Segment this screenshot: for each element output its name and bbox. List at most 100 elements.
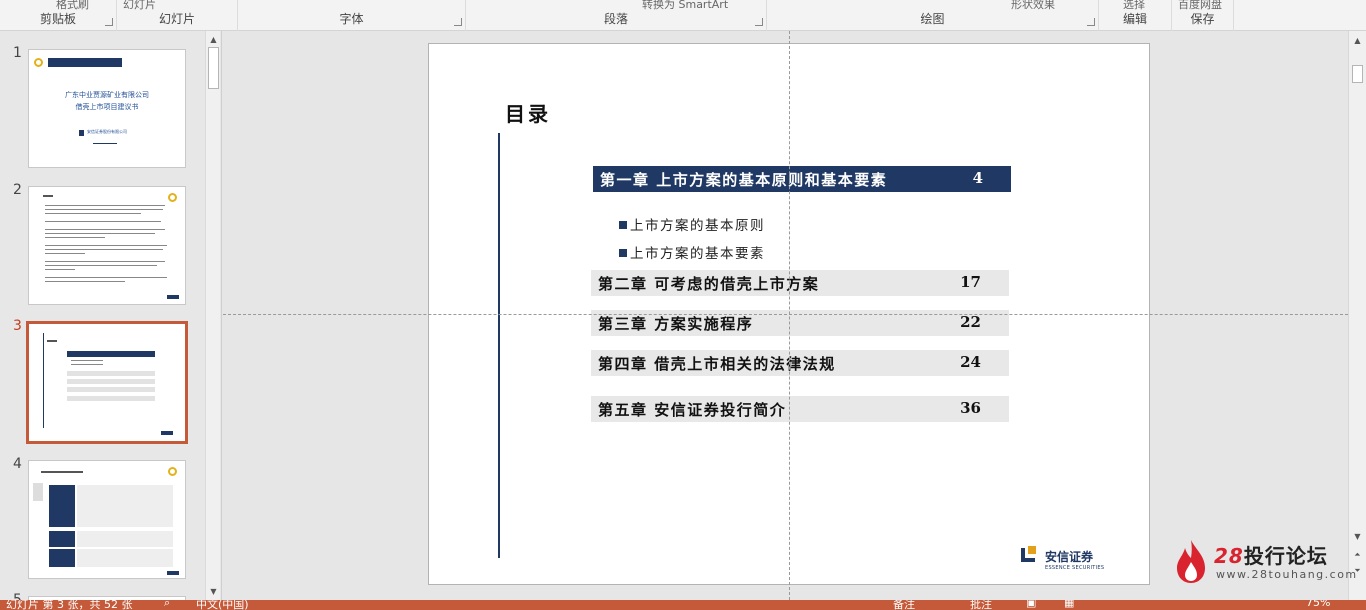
ribbon-group-slides[interactable]: 幻灯片 幻灯片 (117, 0, 238, 31)
scroll-up-icon[interactable]: ▲ (1352, 35, 1363, 46)
thumb-chapter-bar (67, 371, 155, 376)
previous-slide-icon[interactable]: ⏶ (1352, 549, 1363, 560)
thumb-text-line (45, 277, 167, 278)
thumb-panel (77, 531, 173, 547)
chapter-page: 17 (960, 273, 981, 291)
slide-thumbnail-4[interactable] (28, 460, 186, 579)
slide-thumbnail-2[interactable] (28, 186, 186, 305)
thumb-title (43, 195, 53, 197)
logo-square-icon (1028, 546, 1036, 554)
chapter-row-4[interactable]: 第四章 借壳上市相关的法律法规 24 (591, 350, 1009, 376)
thumb-text-line (45, 209, 163, 210)
thumbnail-number: 4 (13, 456, 22, 472)
chapter-row-2[interactable]: 第二章 可考虑的借壳上市方案 17 (591, 270, 1009, 296)
bullet-square-icon (619, 249, 627, 257)
ribbon-group-editing[interactable]: 选择 编辑 (1099, 0, 1172, 31)
chapter-title: 第五章 安信证券投行简介 (598, 401, 787, 419)
thumb-text-line (45, 237, 105, 238)
thumbnail-number: 1 (13, 45, 22, 61)
thumb-text-line (71, 364, 103, 365)
thumb-brand-mark (167, 295, 179, 299)
dialog-launcher-icon[interactable] (755, 18, 763, 26)
thumb-vline (43, 333, 44, 428)
slide-thumbnail-3[interactable] (26, 321, 188, 444)
thumbnail-number: 5 (13, 592, 22, 600)
scroll-up-icon[interactable]: ▲ (208, 34, 219, 45)
chapter-title: 第三章 方案实施程序 (598, 315, 754, 333)
notes-button[interactable]: 备注 (893, 600, 915, 610)
thumb-chapter-bar (67, 351, 155, 357)
ribbon-group-clipboard[interactable]: 格式刷 剪贴板 (0, 0, 117, 31)
thumbnails-scrollbar[interactable]: ▲ ▼ (205, 31, 220, 600)
comments-button[interactable]: 批注 (970, 600, 992, 610)
flame-icon (1177, 540, 1205, 583)
scroll-thumb[interactable] (208, 47, 219, 89)
thumb-text-line (45, 213, 141, 214)
watermark-url: www.28touhang.com (1216, 568, 1358, 581)
watermark-number: 28 (1214, 544, 1244, 568)
normal-view-icon[interactable]: ▣ (1026, 600, 1036, 609)
scroll-down-icon[interactable]: ▼ (208, 586, 219, 597)
thumb-text-line (45, 205, 165, 206)
watermark: 28投行论坛 www.28touhang.com (1170, 536, 1356, 586)
chapter-subitem[interactable]: 上市方案的基本原则 (619, 214, 765, 234)
scroll-thumb[interactable] (1352, 65, 1363, 83)
vertical-guide[interactable] (789, 31, 790, 600)
chapter-page: 22 (960, 313, 981, 331)
proofing-icon[interactable]: ⌕ (164, 600, 170, 610)
group-label: 字体 (339, 12, 364, 26)
dialog-launcher-icon[interactable] (454, 18, 462, 26)
thumb-text-line (71, 360, 103, 361)
slide-vertical-rule (498, 133, 500, 558)
ribbon-group-drawing[interactable]: 形状效果 绘图 (767, 0, 1099, 31)
slide-count: 幻灯片 第 3 张，共 52 张 (6, 600, 133, 610)
ribbon-group-font[interactable]: 字体 (238, 0, 466, 31)
group-label: 剪贴板 (39, 12, 76, 26)
thumbnail-number: 2 (13, 182, 22, 198)
logo-subtext: ESSENCE SECURITIES (1045, 565, 1105, 571)
thumb-text-line (45, 221, 161, 222)
thumb-title (41, 471, 83, 473)
group-label: 段落 (603, 12, 628, 26)
logo-icon (34, 58, 43, 67)
thumb-subtitle: 借壳上市项目建议书 (75, 103, 139, 111)
thumb-brand-mark (161, 431, 173, 435)
logo-text: 安信证券 (1045, 550, 1094, 564)
bullet-square-icon (619, 221, 627, 229)
horizontal-guide[interactable] (223, 314, 1348, 315)
scroll-down-icon[interactable]: ▼ (1352, 531, 1363, 542)
thumb-box (49, 531, 75, 547)
chapter-row-1[interactable]: 第一章 上市方案的基本原则和基本要素 4 (593, 166, 1011, 192)
thumb-box (49, 485, 75, 527)
thumb-text-line (45, 265, 157, 266)
chapter-page: 4 (972, 169, 983, 187)
sorter-view-icon[interactable]: ▦ (1064, 600, 1074, 609)
language-indicator[interactable]: 中文(中国) (196, 600, 249, 610)
dialog-launcher-icon[interactable] (1087, 18, 1095, 26)
thumb-text-line (45, 233, 155, 234)
group-label: 绘图 (920, 12, 945, 26)
thumb-header-bar (48, 58, 122, 67)
chapter-subitem[interactable]: 上市方案的基本要素 (619, 242, 765, 262)
status-bar: 幻灯片 第 3 张，共 52 张 ⌕ 中文(中国) 备注 批注 ▣ ▦ 75% (0, 600, 1366, 610)
essence-logo: 安信证券 ESSENCE SECURITIES (1021, 546, 1105, 574)
subitem-text: 上市方案的基本要素 (630, 246, 765, 262)
editor-scrollbar[interactable]: ▲ ▼ ⏶ ⏷ (1348, 31, 1366, 600)
thumb-text-line (45, 249, 163, 250)
dialog-launcher-icon[interactable] (105, 18, 113, 26)
zoom-level[interactable]: 75% (1306, 600, 1330, 609)
group-label: 幻灯片 (158, 12, 195, 26)
thumb-box (49, 549, 75, 567)
thumb-chapter-bar (67, 387, 155, 392)
thumb-text-line (45, 261, 165, 262)
ribbon-group-paragraph[interactable]: 转换为 SmartArt 段落 (466, 0, 767, 31)
slide-thumbnail-1[interactable]: 广东中业贾源矿业有限公司 借壳上市项目建议书 安信证券股份有限公司 (28, 49, 186, 168)
thumb-chapter-bar (67, 396, 155, 401)
slide-title[interactable]: 目录 (505, 98, 551, 127)
thumb-panel (77, 485, 173, 527)
slide-editor[interactable]: 目录 第一章 上市方案的基本原则和基本要素 4 上市方案的基本原则 上市方案的基… (223, 31, 1348, 600)
ribbon-group-save[interactable]: 百度网盘 保存 (1172, 0, 1234, 31)
group-label: 保存 (1190, 12, 1215, 26)
chapter-row-5[interactable]: 第五章 安信证券投行简介 36 (591, 396, 1009, 422)
slide-thumbnails-pane[interactable]: 1 广东中业贾源矿业有限公司 借壳上市项目建议书 安信证券股份有限公司 2 3 … (0, 31, 222, 600)
